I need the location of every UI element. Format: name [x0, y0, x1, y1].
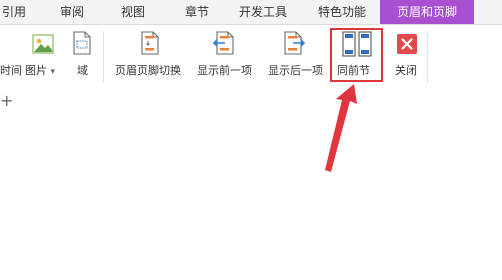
red-annotation-arrow — [325, 84, 357, 172]
